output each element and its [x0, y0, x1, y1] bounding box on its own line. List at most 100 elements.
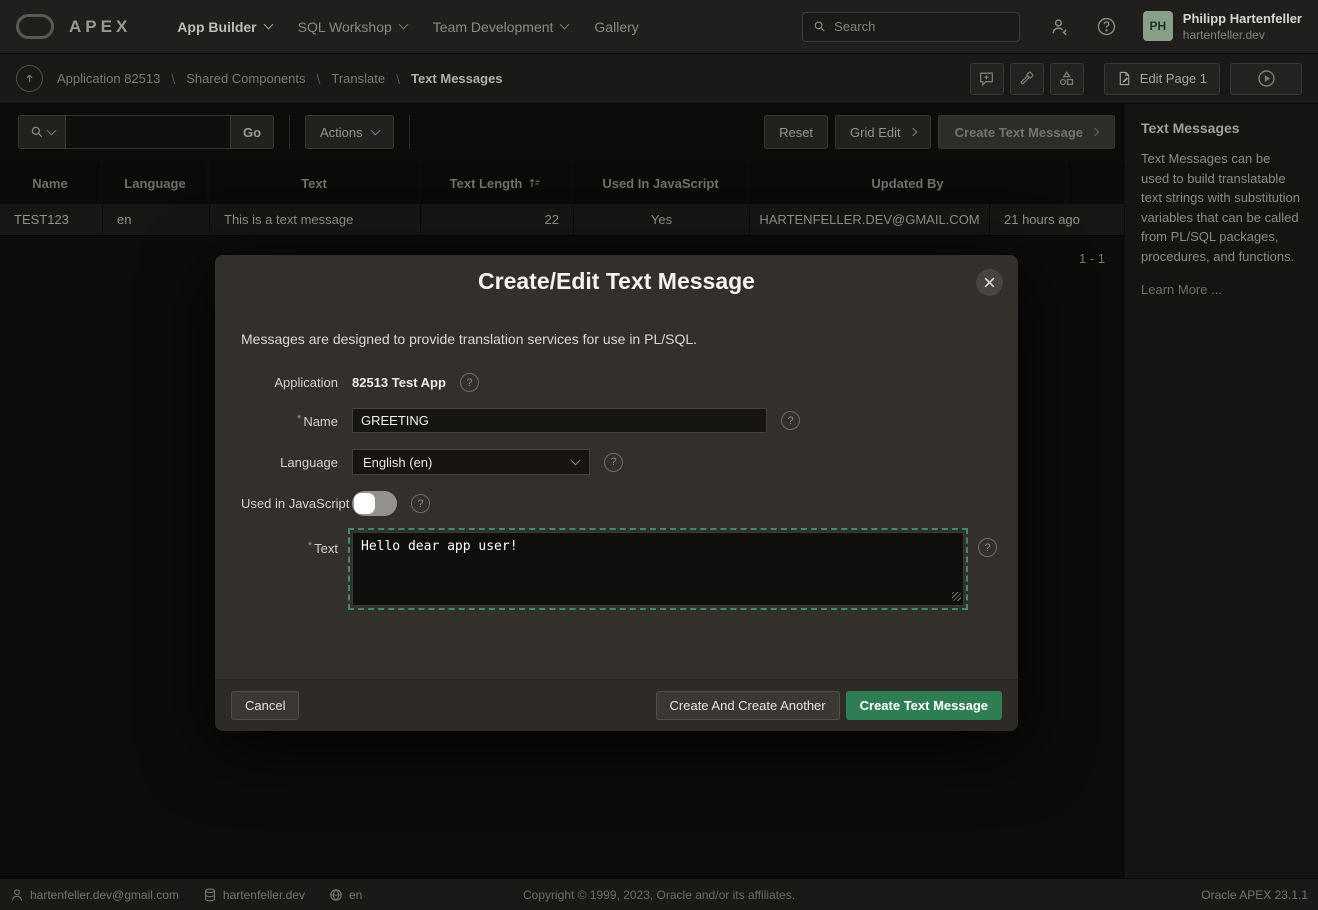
footer-workspace[interactable]: hartenfeller.dev: [203, 888, 305, 902]
toggle-knob: [354, 493, 375, 514]
run-page-button[interactable]: [1230, 63, 1302, 95]
used-in-javascript-help-icon[interactable]: ?: [411, 494, 430, 513]
footer-user[interactable]: hartenfeller.dev@gmail.com: [10, 888, 179, 902]
footer-language[interactable]: en: [329, 888, 362, 902]
apex-logo-icon[interactable]: [16, 14, 54, 39]
version-label: Oracle APEX 23.1.1: [1201, 888, 1308, 902]
breadcrumb-separator: \: [396, 71, 400, 87]
edit-page-button[interactable]: Edit Page 1: [1104, 63, 1220, 95]
used-in-javascript-toggle[interactable]: [352, 491, 397, 516]
application-label: Application: [241, 375, 338, 390]
breadcrumb-bar: Application 82513 \ Shared Components \ …: [0, 54, 1318, 104]
toolbar-divider: [409, 115, 410, 149]
grid-edit-button[interactable]: Grid Edit: [835, 115, 931, 149]
create-text-message-button[interactable]: Create Text Message: [938, 115, 1115, 149]
report-toolbar: Go Actions Reset Grid Edit Create Text M…: [18, 114, 1115, 150]
language-help-icon[interactable]: ?: [604, 453, 623, 472]
nav-app-builder[interactable]: App Builder: [177, 19, 271, 35]
breadcrumb-translate[interactable]: Translate: [331, 71, 385, 86]
chevron-down-icon: [370, 125, 380, 135]
search-icon: [813, 19, 826, 34]
breadcrumb-separator: \: [171, 71, 175, 87]
shortcuts-button[interactable]: [1050, 63, 1084, 95]
create-and-create-another-button[interactable]: Create And Create Another: [656, 691, 840, 720]
application-help-icon[interactable]: ?: [460, 373, 479, 392]
cell-used-in-javascript: Yes: [574, 204, 750, 235]
field-row-language: Language English (en) ?: [241, 449, 992, 475]
up-arrow-icon[interactable]: [16, 65, 43, 92]
cancel-button[interactable]: Cancel: [231, 691, 299, 720]
cell-updated-by: HARTENFELLER.DEV@GMAIL.COM: [750, 204, 990, 235]
dialog-title: Create/Edit Text Message: [478, 268, 755, 295]
breadcrumb-shared-components[interactable]: Shared Components: [186, 71, 305, 86]
help-pane: Text Messages Text Messages can be used …: [1125, 104, 1318, 878]
shortcuts-icon: [1058, 70, 1075, 87]
column-header-language[interactable]: Language: [103, 162, 210, 204]
cell-updated: 21 hours ago: [990, 204, 1125, 235]
language-selected-value: English (en): [363, 455, 432, 470]
create-edit-text-message-dialog: Create/Edit Text Message Messages are de…: [215, 255, 1018, 731]
chevron-down-icon: [46, 125, 56, 135]
cell-text-length: 22: [421, 204, 574, 235]
global-search-input[interactable]: [834, 19, 1009, 34]
theme-button[interactable]: [1010, 63, 1044, 95]
admin-tools-icon[interactable]: [1050, 17, 1070, 37]
actions-button[interactable]: Actions: [305, 115, 394, 149]
column-header-text[interactable]: Text: [210, 162, 421, 204]
close-icon[interactable]: [976, 269, 1003, 296]
search-column-selector[interactable]: [18, 115, 66, 149]
go-button[interactable]: Go: [230, 115, 274, 149]
globe-icon: [329, 888, 343, 902]
text-textarea[interactable]: Hello dear app user!: [352, 532, 964, 606]
theme-icon: [1018, 70, 1035, 87]
column-header-updated: [1068, 162, 1125, 204]
table-row[interactable]: TEST123 en This is a text message 22 Yes…: [0, 204, 1125, 236]
user-name: Philipp Hartenfeller: [1183, 11, 1302, 28]
field-row-text: *Text Hello dear app user! ?: [241, 532, 992, 606]
toolbar-divider: [289, 115, 290, 149]
run-icon: [1257, 69, 1276, 88]
column-header-name[interactable]: Name: [0, 162, 103, 204]
application-value: 82513 Test App: [352, 375, 446, 390]
search-icon: [30, 125, 44, 139]
global-search: [802, 12, 1020, 42]
report-search-input[interactable]: [66, 115, 230, 149]
user-menu[interactable]: PH Philipp Hartenfeller hartenfeller.dev: [1143, 11, 1302, 42]
chevron-down-icon: [398, 20, 408, 30]
chevron-down-icon: [263, 20, 273, 30]
sort-ascending-icon: [528, 176, 542, 190]
page-edit-icon: [1117, 71, 1132, 86]
nav-gallery[interactable]: Gallery: [594, 19, 638, 35]
breadcrumb-separator: \: [317, 71, 321, 87]
used-in-javascript-label: Used in JavaScript: [241, 496, 338, 511]
required-marker: *: [308, 540, 312, 552]
field-row-application: Application 82513 Test App ?: [241, 373, 992, 392]
column-header-text-length[interactable]: Text Length: [421, 162, 574, 204]
help-pane-title: Text Messages: [1141, 120, 1302, 136]
name-label: Name: [303, 414, 338, 429]
create-text-message-submit-button[interactable]: Create Text Message: [846, 691, 1002, 720]
chevron-down-icon: [560, 20, 570, 30]
nav-sql-workshop[interactable]: SQL Workshop: [298, 19, 407, 35]
feedback-icon: [978, 70, 995, 87]
name-input[interactable]: [352, 408, 767, 433]
resize-handle[interactable]: [952, 592, 961, 601]
help-icon[interactable]: [1096, 16, 1117, 37]
avatar: PH: [1143, 11, 1173, 41]
feedback-button[interactable]: [970, 63, 1004, 95]
breadcrumb-application[interactable]: Application 82513: [57, 71, 160, 86]
dialog-description: Messages are designed to provide transla…: [241, 331, 992, 347]
column-header-used-in-javascript[interactable]: Used In JavaScript: [574, 162, 750, 204]
text-help-icon[interactable]: ?: [978, 538, 997, 557]
reset-button[interactable]: Reset: [764, 115, 828, 149]
learn-more-link[interactable]: Learn More ...: [1141, 282, 1222, 297]
name-help-icon[interactable]: ?: [781, 411, 800, 430]
chevron-down-icon: [571, 455, 581, 465]
field-row-used-in-javascript: Used in JavaScript ?: [241, 491, 992, 516]
nav-team-development[interactable]: Team Development: [433, 19, 569, 35]
app-header: APEX App Builder SQL Workshop Team Devel…: [0, 0, 1318, 54]
column-header-updated-by[interactable]: Updated By: [750, 162, 1068, 204]
language-label: Language: [241, 455, 338, 470]
footer-bar: Copyright © 1999, 2023, Oracle and/or it…: [0, 878, 1318, 910]
language-select[interactable]: English (en): [352, 449, 590, 475]
